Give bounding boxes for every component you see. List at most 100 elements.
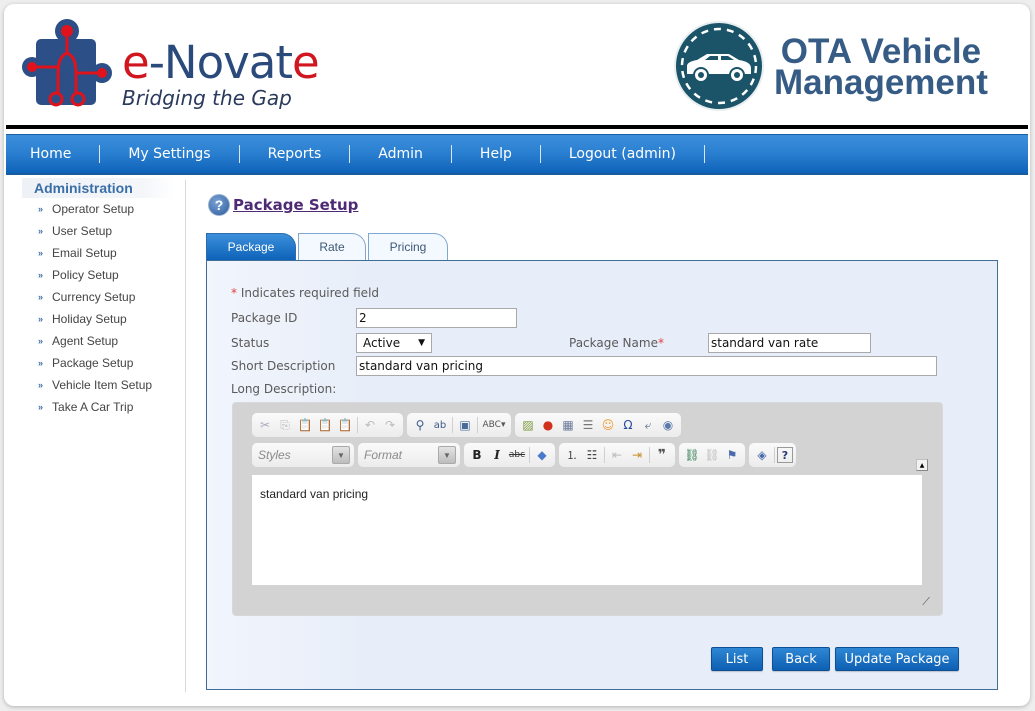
sidebar-item-label: User Setup	[52, 224, 113, 238]
toolbar-separator	[604, 447, 605, 463]
format-combo[interactable]: Format ▼	[358, 443, 460, 467]
help-icon[interactable]: ?	[208, 194, 230, 216]
find-icon[interactable]: ⚲	[410, 415, 430, 435]
dropdown-arrow-icon: ▼	[418, 338, 425, 348]
clipboard-group: ✂ ⎘ 📋 📋 📋 ↶ ↷	[252, 413, 403, 437]
rich-text-editor: ✂ ⎘ 📋 📋 📋 ↶ ↷ ⚲ ab ▣ ABC▾ ▨ ● ▦ ☰ ☺ Ω ⤶ …	[232, 402, 943, 616]
anchor-icon[interactable]: ⚑	[722, 445, 742, 465]
sidebar-item-package-setup[interactable]: » Package Setup	[22, 352, 182, 374]
enovate-puzzle-logo-icon	[22, 19, 112, 107]
package-id-input[interactable]: 2	[356, 308, 517, 328]
double-chevron-icon: »	[38, 292, 44, 302]
horizontal-rule-icon[interactable]: ☰	[578, 415, 598, 435]
collapse-toolbar-icon[interactable]: ▲	[916, 459, 928, 471]
toolbar-separator	[649, 447, 650, 463]
short-description-input[interactable]: standard van pricing	[356, 356, 937, 376]
brand-suffix: e	[291, 36, 320, 89]
copy-icon[interactable]: ⎘	[275, 415, 295, 435]
sidebar-item-take-a-car-trip[interactable]: » Take A Car Trip	[22, 396, 182, 418]
sidebar: Administration » Operator Setup » User Set…	[22, 178, 182, 418]
blockquote-icon[interactable]: ❞	[652, 445, 672, 465]
remove-format-icon[interactable]: ◆	[532, 445, 552, 465]
back-button[interactable]: Back	[772, 647, 830, 671]
sidebar-item-label: Operator Setup	[52, 202, 135, 216]
italic-icon[interactable]: I	[487, 445, 507, 465]
nav-logout[interactable]: Logout (admin)	[541, 145, 706, 163]
page-break-icon[interactable]: ⤶	[638, 415, 658, 435]
toolbar-separator	[452, 417, 453, 433]
bold-icon[interactable]: B	[467, 445, 487, 465]
sidebar-item-user-setup[interactable]: » User Setup	[22, 220, 182, 242]
outdent-icon[interactable]: ⇤	[607, 445, 627, 465]
link-icon[interactable]: ⛓	[682, 445, 702, 465]
about-icon[interactable]: ?	[777, 447, 793, 463]
select-all-icon[interactable]: ▣	[455, 415, 475, 435]
sidebar-item-label: Take A Car Trip	[52, 400, 134, 414]
sidebar-item-label: Currency Setup	[52, 290, 136, 304]
nav-reports[interactable]: Reports	[240, 145, 351, 163]
spellcheck-icon[interactable]: ABC▾	[480, 415, 508, 435]
short-description-label: Short Description	[231, 359, 336, 373]
sidebar-item-label: Package Setup	[52, 356, 134, 370]
tab-pricing[interactable]: Pricing	[368, 233, 448, 260]
sidebar-item-agent-setup[interactable]: » Agent Setup	[22, 330, 182, 352]
app-title: OTA Vehicle Management	[774, 34, 988, 100]
double-chevron-icon: »	[38, 314, 44, 324]
vehicle-road-logo-icon	[674, 21, 764, 111]
nav-help[interactable]: Help	[452, 145, 541, 163]
numbered-list-icon[interactable]: ⒈	[562, 445, 582, 465]
update-package-button[interactable]: Update Package	[835, 647, 959, 671]
paste-word-icon[interactable]: 📋	[335, 415, 355, 435]
insert-group: ▨ ● ▦ ☰ ☺ Ω ⤶ ◉	[515, 413, 681, 437]
unlink-icon[interactable]: ⛓	[702, 445, 722, 465]
replace-icon[interactable]: ab	[430, 415, 450, 435]
page-title: ? Package Setup	[208, 194, 358, 216]
sidebar-item-currency-setup[interactable]: » Currency Setup	[22, 286, 182, 308]
sidebar-title: Administration	[22, 178, 174, 198]
paste-icon[interactable]: 📋	[295, 415, 315, 435]
dropdown-arrow-icon: ▼	[438, 446, 456, 464]
long-description-editor-area[interactable]: standard van pricing	[252, 475, 922, 585]
sidebar-item-holiday-setup[interactable]: » Holiday Setup	[22, 308, 182, 330]
double-chevron-icon: »	[38, 248, 44, 258]
page-title-link[interactable]: Package Setup	[233, 196, 358, 214]
tab-package[interactable]: Package	[206, 233, 296, 260]
toolbar-separator	[357, 417, 358, 433]
image-icon[interactable]: ▨	[518, 415, 538, 435]
iframe-icon[interactable]: ◉	[658, 415, 678, 435]
paste-text-icon[interactable]: 📋	[315, 415, 335, 435]
required-note-text: Indicates required field	[240, 286, 380, 300]
cut-icon[interactable]: ✂	[255, 415, 275, 435]
styles-combo[interactable]: Styles ▼	[252, 443, 354, 467]
double-chevron-icon: »	[38, 270, 44, 280]
undo-icon[interactable]: ↶	[360, 415, 380, 435]
flash-icon[interactable]: ●	[538, 415, 558, 435]
nav-home[interactable]: Home	[6, 145, 101, 163]
sidebar-item-email-setup[interactable]: » Email Setup	[22, 242, 182, 264]
tab-rate[interactable]: Rate	[298, 233, 366, 260]
sidebar-item-vehicle-item-setup[interactable]: » Vehicle Item Setup	[22, 374, 182, 396]
nav-my-settings[interactable]: My Settings	[100, 145, 240, 163]
double-chevron-icon: »	[38, 358, 44, 368]
list-button[interactable]: List	[711, 647, 763, 671]
strike-icon[interactable]: abc	[507, 445, 527, 465]
status-select[interactable]: Active ▼	[356, 333, 432, 353]
editing-group: ⚲ ab ▣ ABC▾	[407, 413, 511, 437]
special-char-icon[interactable]: Ω	[618, 415, 638, 435]
smiley-icon[interactable]: ☺	[598, 415, 618, 435]
package-name-input[interactable]: standard van rate	[708, 333, 871, 353]
sidebar-item-operator-setup[interactable]: » Operator Setup	[22, 198, 182, 220]
brand-tagline: Bridging the Gap	[122, 86, 292, 110]
links-group: ⛓ ⛓ ⚑	[679, 443, 745, 467]
maximize-icon[interactable]: ◈	[752, 445, 772, 465]
nav-admin[interactable]: Admin	[350, 145, 452, 163]
sidebar-item-policy-setup[interactable]: » Policy Setup	[22, 264, 182, 286]
sidebar-item-label: Email Setup	[52, 246, 117, 260]
redo-icon[interactable]: ↷	[380, 415, 400, 435]
package-form-panel: * Indicates required field Package ID 2 …	[206, 260, 998, 690]
indent-icon[interactable]: ⇥	[627, 445, 647, 465]
bullet-list-icon[interactable]: ☷	[582, 445, 602, 465]
status-selected-value: Active	[363, 336, 401, 350]
table-icon[interactable]: ▦	[558, 415, 578, 435]
resize-handle-icon[interactable]: ⟋	[922, 595, 930, 609]
